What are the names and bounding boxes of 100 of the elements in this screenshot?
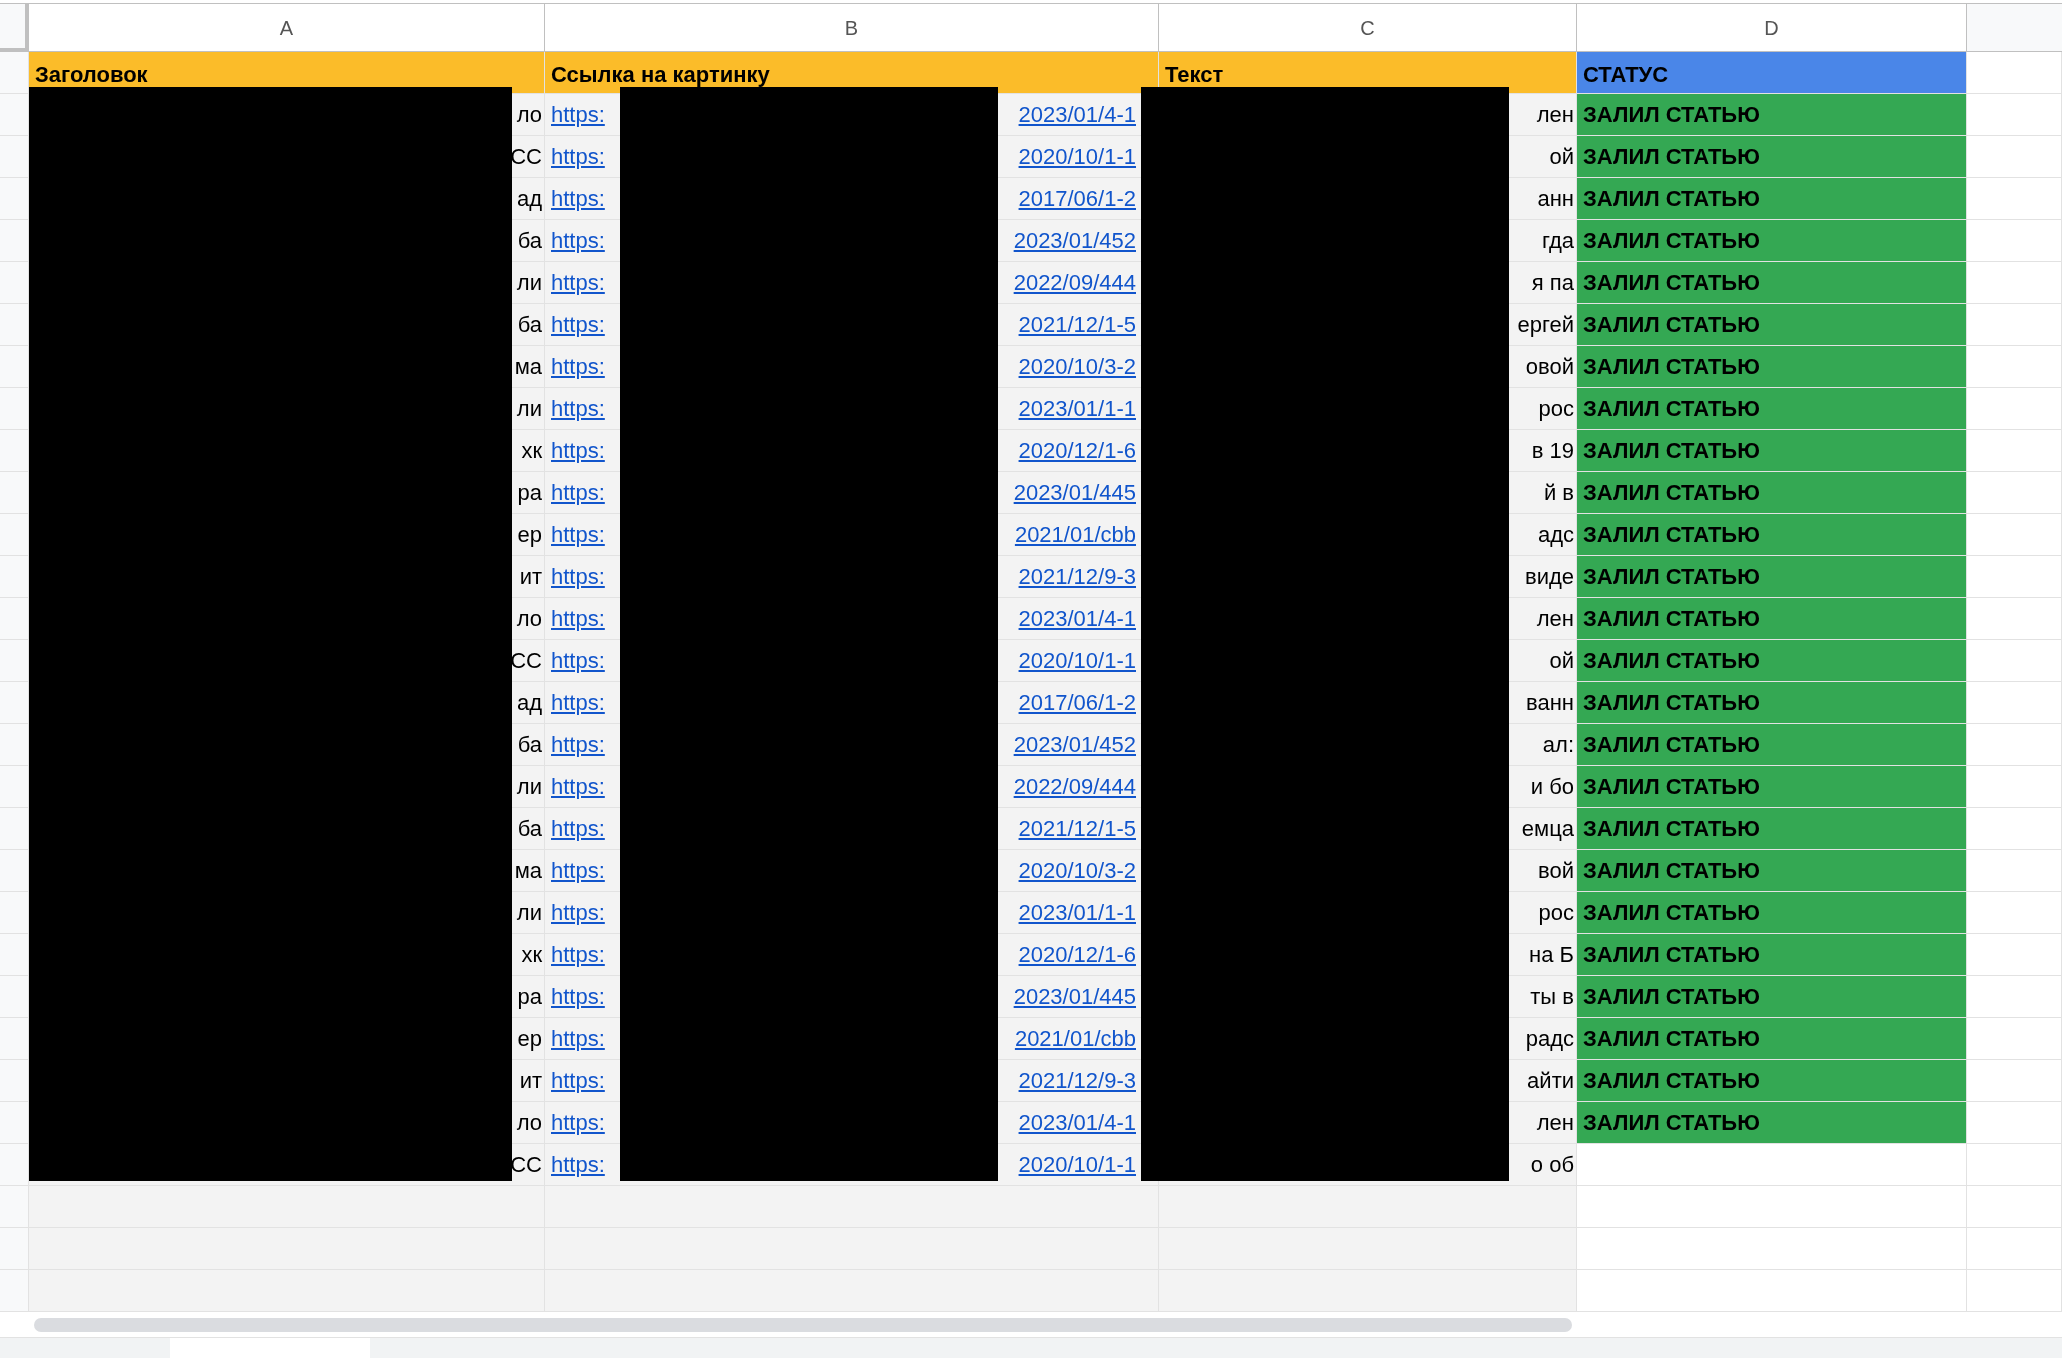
- status-cell: ЗАЛИЛ СТАТЬЮ: [1577, 514, 1967, 556]
- table-header-cell: СТАТУС: [1577, 52, 1967, 94]
- row-header[interactable]: [0, 1186, 29, 1228]
- row-header[interactable]: [0, 388, 29, 430]
- link[interactable]: 2017/06/1-2: [1018, 182, 1136, 215]
- row-header[interactable]: [0, 514, 29, 556]
- row-header[interactable]: [0, 808, 29, 850]
- row-header[interactable]: [0, 136, 29, 178]
- row-header[interactable]: [0, 892, 29, 934]
- link[interactable]: https:: [551, 938, 605, 971]
- link[interactable]: 2023/01/1-1: [1018, 896, 1136, 929]
- status-cell: ЗАЛИЛ СТАТЬЮ: [1577, 640, 1967, 682]
- row-header[interactable]: [0, 1228, 29, 1270]
- status-cell: ЗАЛИЛ СТАТЬЮ: [1577, 388, 1967, 430]
- link[interactable]: 2022/09/444: [1013, 770, 1136, 803]
- row-header[interactable]: [0, 766, 29, 808]
- link[interactable]: https:: [551, 770, 605, 803]
- row-header[interactable]: [0, 1018, 29, 1060]
- row-header[interactable]: [0, 472, 29, 514]
- link[interactable]: 2020/12/1-6: [1018, 938, 1136, 971]
- status-cell: ЗАЛИЛ СТАТЬЮ: [1577, 1102, 1967, 1144]
- link[interactable]: 2021/01/cbb: [1014, 1022, 1136, 1055]
- row-header[interactable]: [0, 682, 29, 724]
- row-header[interactable]: [0, 304, 29, 346]
- link[interactable]: 2020/10/1-1: [1018, 644, 1136, 677]
- link[interactable]: 2023/01/4-1: [1018, 98, 1136, 131]
- link[interactable]: 2021/12/1-5: [1018, 812, 1136, 845]
- link[interactable]: 2023/01/452: [1013, 728, 1136, 761]
- link[interactable]: https:: [551, 1148, 605, 1181]
- link[interactable]: https:: [551, 308, 605, 341]
- status-cell: ЗАЛИЛ СТАТЬЮ: [1577, 430, 1967, 472]
- link[interactable]: 2021/12/1-5: [1018, 308, 1136, 341]
- link[interactable]: https:: [551, 518, 605, 551]
- row-header[interactable]: [0, 976, 29, 1018]
- link[interactable]: https:: [551, 980, 605, 1013]
- link[interactable]: https:: [551, 266, 605, 299]
- status-cell: ЗАЛИЛ СТАТЬЮ: [1577, 262, 1967, 304]
- link[interactable]: https:: [551, 98, 605, 131]
- link[interactable]: https:: [551, 560, 605, 593]
- link[interactable]: 2023/01/4-1: [1018, 602, 1136, 635]
- row-header[interactable]: [0, 934, 29, 976]
- link[interactable]: 2023/01/445: [1013, 476, 1136, 509]
- row-header[interactable]: [0, 178, 29, 220]
- status-cell: ЗАЛИЛ СТАТЬЮ: [1577, 724, 1967, 766]
- row-header[interactable]: [0, 640, 29, 682]
- row-header[interactable]: [0, 1102, 29, 1144]
- link[interactable]: https:: [551, 392, 605, 425]
- row-header[interactable]: [0, 1270, 29, 1312]
- link[interactable]: 2020/12/1-6: [1018, 434, 1136, 467]
- column-header[interactable]: [1967, 4, 2062, 52]
- link[interactable]: https:: [551, 686, 605, 719]
- status-cell: ЗАЛИЛ СТАТЬЮ: [1577, 976, 1967, 1018]
- link[interactable]: https:: [551, 812, 605, 845]
- row-header[interactable]: [0, 850, 29, 892]
- status-cell: ЗАЛИЛ СТАТЬЮ: [1577, 556, 1967, 598]
- link[interactable]: 2017/06/1-2: [1018, 686, 1136, 719]
- link[interactable]: https:: [551, 1106, 605, 1139]
- select-all-corner[interactable]: [0, 4, 29, 52]
- link[interactable]: https:: [551, 350, 605, 383]
- status-cell: ЗАЛИЛ СТАТЬЮ: [1577, 178, 1967, 220]
- row-header[interactable]: [0, 52, 29, 94]
- link[interactable]: 2020/10/3-2: [1018, 854, 1136, 887]
- link[interactable]: 2022/09/444: [1013, 266, 1136, 299]
- link[interactable]: https:: [551, 644, 605, 677]
- link[interactable]: 2023/01/445: [1013, 980, 1136, 1013]
- link[interactable]: https:: [551, 182, 605, 215]
- link[interactable]: https:: [551, 1064, 605, 1097]
- row-header[interactable]: [0, 556, 29, 598]
- row-header[interactable]: [0, 430, 29, 472]
- link[interactable]: 2020/10/3-2: [1018, 350, 1136, 383]
- link[interactable]: https:: [551, 140, 605, 173]
- status-cell: ЗАЛИЛ СТАТЬЮ: [1577, 1060, 1967, 1102]
- link[interactable]: https:: [551, 434, 605, 467]
- link[interactable]: https:: [551, 476, 605, 509]
- row-header[interactable]: [0, 94, 29, 136]
- link[interactable]: 2023/01/4-1: [1018, 1106, 1136, 1139]
- status-cell: ЗАЛИЛ СТАТЬЮ: [1577, 1018, 1967, 1060]
- link[interactable]: https:: [551, 1022, 605, 1055]
- status-cell: ЗАЛИЛ СТАТЬЮ: [1577, 934, 1967, 976]
- link[interactable]: 2023/01/1-1: [1018, 392, 1136, 425]
- link[interactable]: https:: [551, 224, 605, 257]
- row-header[interactable]: [0, 1144, 29, 1186]
- row-header[interactable]: [0, 598, 29, 640]
- row-header[interactable]: [0, 724, 29, 766]
- link[interactable]: https:: [551, 896, 605, 929]
- link[interactable]: 2020/10/1-1: [1018, 1148, 1136, 1181]
- link[interactable]: https:: [551, 602, 605, 635]
- link[interactable]: 2021/01/cbb: [1014, 518, 1136, 551]
- link[interactable]: 2023/01/452: [1013, 224, 1136, 257]
- link[interactable]: 2020/10/1-1: [1018, 140, 1136, 173]
- status-cell: ЗАЛИЛ СТАТЬЮ: [1577, 850, 1967, 892]
- link[interactable]: https:: [551, 854, 605, 887]
- row-header[interactable]: [0, 346, 29, 388]
- link[interactable]: 2021/12/9-3: [1018, 560, 1136, 593]
- row-header[interactable]: [0, 1060, 29, 1102]
- status-cell: ЗАЛИЛ СТАТЬЮ: [1577, 304, 1967, 346]
- row-header[interactable]: [0, 220, 29, 262]
- link[interactable]: https:: [551, 728, 605, 761]
- row-header[interactable]: [0, 262, 29, 304]
- link[interactable]: 2021/12/9-3: [1018, 1064, 1136, 1097]
